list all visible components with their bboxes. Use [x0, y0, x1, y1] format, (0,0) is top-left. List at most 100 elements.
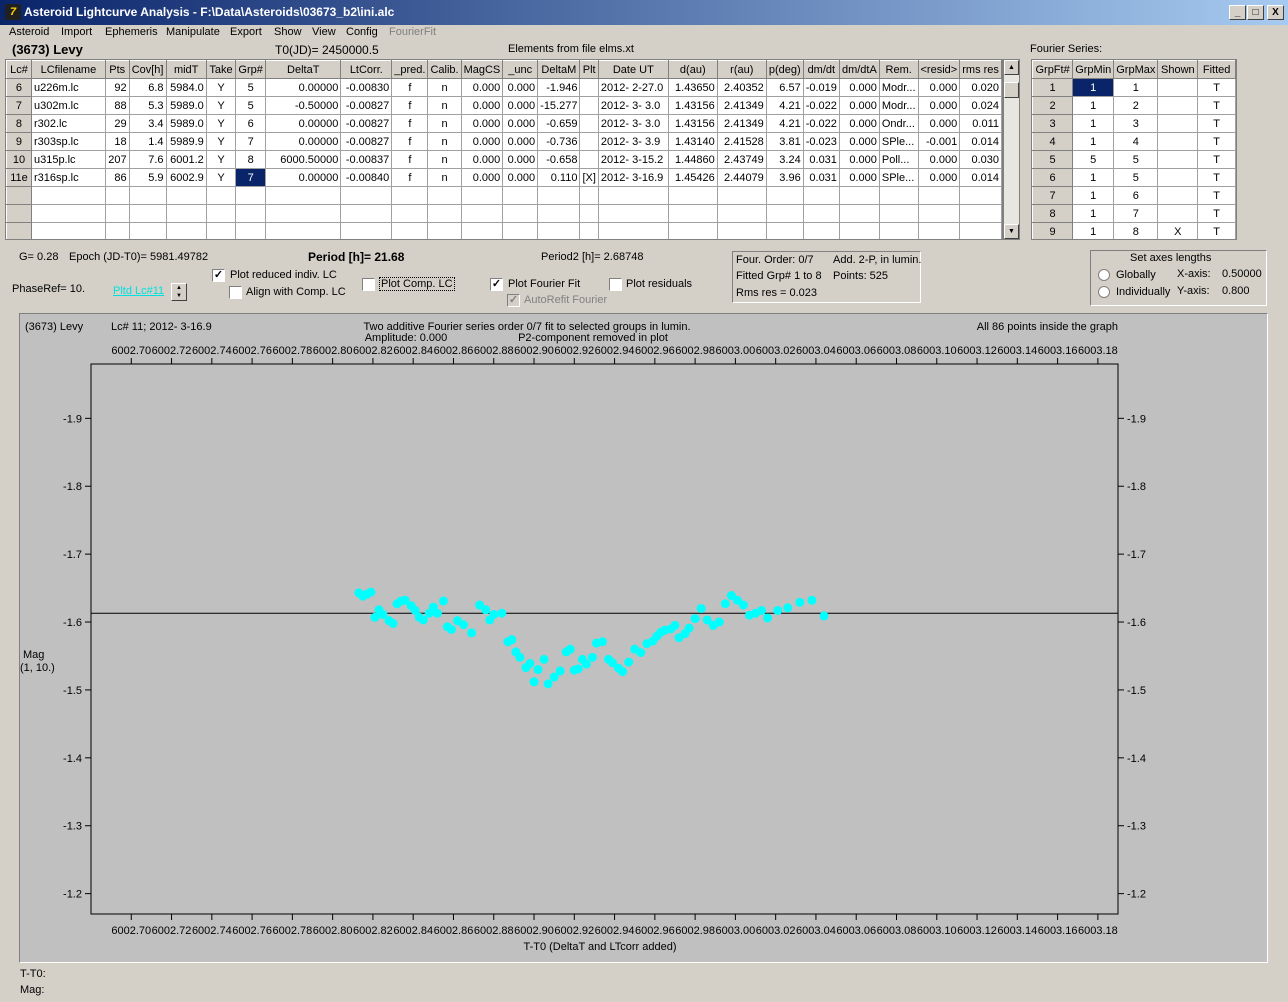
close-button[interactable]: X — [1267, 5, 1284, 20]
lc-col-header[interactable]: p(deg) — [765, 60, 804, 79]
lc-cell[interactable]: 0.000 — [917, 150, 961, 169]
lc-cell[interactable] — [104, 204, 130, 223]
menu-export[interactable]: Export — [230, 26, 262, 38]
lc-cell[interactable] — [802, 204, 840, 223]
scroll-down-arrow[interactable]: ▼ — [1004, 224, 1019, 239]
lc-cell[interactable] — [838, 204, 880, 223]
plot-reduced-checkbox[interactable]: ✓ — [212, 269, 225, 282]
lc-cell[interactable]: n — [427, 96, 462, 115]
lc-cell[interactable] — [391, 186, 429, 205]
fourier-cell[interactable]: 1 — [1072, 222, 1115, 239]
lc-col-header[interactable]: DeltaT — [265, 60, 342, 79]
fourier-cell[interactable]: 1 — [1113, 78, 1159, 97]
fourier-col-header[interactable]: GrpFt# — [1032, 60, 1074, 79]
lc-cell[interactable] — [6, 186, 32, 205]
lc-cell[interactable]: 0.000 — [917, 114, 961, 133]
lc-cell[interactable]: u302m.lc — [30, 96, 106, 115]
lc-cell[interactable]: 0.000 — [460, 150, 504, 169]
lc-col-header[interactable]: Lc# — [6, 60, 32, 79]
lc-cell[interactable]: 0.00000 — [265, 114, 342, 133]
fourier-cell[interactable]: 4 — [1113, 132, 1159, 151]
lc-cell[interactable]: 0.011 — [959, 114, 1002, 133]
fourier-row-header[interactable]: 2 — [1032, 96, 1074, 115]
scroll-thumb[interactable] — [1004, 82, 1019, 98]
lc-cell[interactable] — [104, 222, 130, 239]
lc-cell[interactable]: 4.21 — [765, 114, 804, 133]
lc-cell[interactable]: [X] — [579, 168, 599, 187]
lc-cell[interactable]: Ondr... — [878, 114, 919, 133]
lc-cell[interactable]: Y — [205, 78, 237, 97]
lc-col-header[interactable]: MagCS — [460, 60, 504, 79]
lc-cell[interactable] — [205, 186, 237, 205]
fourier-cell[interactable]: 5 — [1113, 168, 1159, 187]
lc-cell[interactable] — [340, 204, 393, 223]
plot-fourier-checkbox[interactable]: ✓ — [490, 278, 503, 291]
lc-cell[interactable]: f — [391, 150, 429, 169]
app-icon[interactable]: 7 — [5, 4, 21, 20]
lc-cell[interactable] — [838, 222, 880, 239]
menu-show[interactable]: Show — [274, 26, 302, 38]
lc-cell[interactable] — [30, 204, 106, 223]
lc-cell[interactable]: 5 — [235, 78, 267, 97]
lc-cell[interactable]: 2.40352 — [716, 78, 767, 97]
lc-cell[interactable]: 7 — [235, 168, 267, 187]
fourier-cell[interactable]: 2 — [1113, 96, 1159, 115]
lc-cell[interactable]: n — [427, 78, 462, 97]
fourier-cell[interactable] — [1157, 204, 1199, 223]
fourier-table-row[interactable]: 212 T — [1032, 96, 1236, 115]
lc-cell[interactable] — [765, 186, 804, 205]
lc-cell[interactable]: 8 — [235, 150, 267, 169]
lc-cell[interactable] — [30, 186, 106, 205]
fourier-table-row[interactable]: 918XT — [1032, 222, 1236, 239]
lc-col-header[interactable]: Plt — [579, 60, 599, 79]
lc-cell[interactable] — [128, 204, 167, 223]
fourier-col-header[interactable]: Fitted — [1197, 60, 1236, 79]
fourier-cell[interactable]: 1 — [1072, 186, 1115, 205]
fourier-cell[interactable]: T — [1197, 114, 1236, 133]
lc-cell[interactable]: 6000.50000 — [265, 150, 342, 169]
lc-cell[interactable]: u226m.lc — [30, 78, 106, 97]
lc-cell[interactable]: 2012- 3-15.2 — [597, 150, 669, 169]
lc-cell[interactable]: -0.00827 — [340, 132, 393, 151]
lc-cell[interactable]: 0.000 — [917, 96, 961, 115]
maximize-button[interactable]: □ — [1247, 5, 1264, 20]
fourier-cell[interactable] — [1157, 150, 1199, 169]
lc-cell[interactable]: 1.45426 — [667, 168, 718, 187]
lc-cell[interactable]: 3.24 — [765, 150, 804, 169]
lc-cell[interactable] — [765, 204, 804, 223]
lc-cell[interactable]: 0.030 — [959, 150, 1002, 169]
lc-cell[interactable]: 0.00000 — [265, 168, 342, 187]
lc-cell[interactable]: 5989.0 — [165, 114, 207, 133]
lc-cell[interactable]: 5989.0 — [165, 96, 207, 115]
fourier-cell[interactable]: 1 — [1072, 132, 1115, 151]
lc-table-row[interactable]: 10 u315p.lc 207 7.6 6001.2 Y 8 6000.50000 -0.008… — [6, 150, 1002, 169]
lc-cell[interactable]: 2012- 3- 3.0 — [597, 96, 669, 115]
lc-cell[interactable] — [579, 204, 599, 223]
lc-cell[interactable]: 6002.9 — [165, 168, 207, 187]
fourier-cell[interactable]: 1 — [1072, 168, 1115, 187]
fourier-row-header[interactable]: 9 — [1032, 222, 1074, 239]
plot-comp-checkbox[interactable] — [362, 278, 375, 291]
minimize-button[interactable]: _ — [1229, 5, 1246, 20]
fourier-row-header[interactable]: 3 — [1032, 114, 1074, 133]
lc-cell[interactable]: -0.00827 — [340, 114, 393, 133]
lc-cell[interactable]: 0.000 — [460, 96, 504, 115]
fourier-cell[interactable]: X — [1157, 222, 1199, 239]
fourier-cell[interactable]: T — [1197, 78, 1236, 97]
lc-cell[interactable]: 0.000 — [917, 168, 961, 187]
lc-cell[interactable]: f — [391, 114, 429, 133]
lc-cell[interactable]: 2.41528 — [716, 132, 767, 151]
lc-table-empty-row[interactable] — [6, 222, 1002, 239]
lc-table-row[interactable]: 6 u226m.lc 92 6.8 5984.0 Y 5 0.00000 -0.00830 f n 0… — [6, 78, 1002, 97]
fourier-row-header[interactable]: 5 — [1032, 150, 1074, 169]
lc-cell[interactable] — [6, 222, 32, 239]
lc-cell[interactable]: 2012- 3- 3.0 — [597, 114, 669, 133]
lc-cell[interactable] — [502, 186, 539, 205]
lc-cell[interactable]: 5989.9 — [165, 132, 207, 151]
lc-cell[interactable] — [165, 186, 207, 205]
lc-cell[interactable] — [460, 186, 504, 205]
fourier-cell[interactable] — [1157, 96, 1199, 115]
lc-cell[interactable]: -0.022 — [802, 114, 840, 133]
lc-cell[interactable] — [30, 222, 106, 239]
lc-cell[interactable]: 0.000 — [838, 150, 880, 169]
